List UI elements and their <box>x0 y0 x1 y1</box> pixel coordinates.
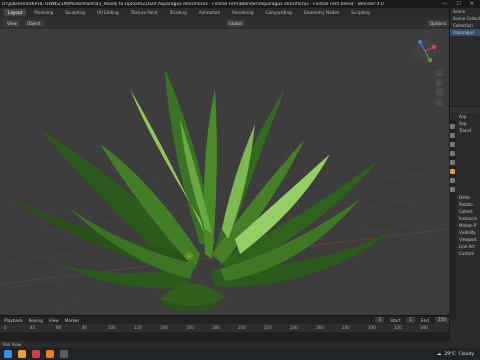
options-dropdown[interactable]: Options <box>426 19 450 27</box>
camera-icon[interactable] <box>436 89 443 96</box>
end-label: End <box>421 317 429 323</box>
status-text: Pan View <box>3 342 21 347</box>
viewport-canvas[interactable] <box>0 29 449 315</box>
tick: 340 <box>420 325 428 330</box>
app-icon[interactable] <box>60 350 68 358</box>
tick: 100 <box>108 325 116 330</box>
start-frame-field[interactable]: 1 <box>406 317 416 323</box>
playback-menu[interactable]: Playback <box>4 318 23 323</box>
object-menu[interactable]: Object <box>23 19 44 27</box>
orientation-dropdown[interactable]: Global <box>225 19 245 27</box>
navigation-gizmo[interactable] <box>413 39 437 63</box>
tick: 80 <box>82 325 88 330</box>
tick: 0 <box>4 325 7 330</box>
render-icon[interactable] <box>450 133 455 138</box>
weather-widget[interactable]: ☁ 29°C Cloudy <box>437 352 480 357</box>
tick: 160 <box>186 325 194 330</box>
tick: 180 <box>212 325 220 330</box>
pan-icon[interactable] <box>436 79 443 86</box>
tick: 140 <box>160 325 168 330</box>
tab-modeling[interactable]: Modeling <box>30 9 57 16</box>
outliner-row[interactable]: Asparagus <box>450 29 480 36</box>
properties-tabs <box>449 120 456 320</box>
os-taskbar: ☁ 29°C Cloudy <box>0 348 480 360</box>
timeline-ruler[interactable]: 0 40 60 80 100 120 140 160 180 200 220 2… <box>0 324 449 332</box>
viewport-nav-buttons[interactable] <box>436 69 443 106</box>
material-icon[interactable] <box>450 187 455 192</box>
outliner-row[interactable]: Collection <box>450 22 480 29</box>
tab-compositing[interactable]: Compositing <box>262 9 296 16</box>
window-title: D:\Jobs\Hel\UKRHL OWN\Z1M\ModelPlant\03_… <box>2 1 384 7</box>
tab-scripting[interactable]: Scripting <box>347 9 374 16</box>
start-label: Start <box>390 317 401 323</box>
view-menu-timeline[interactable]: View <box>49 318 59 323</box>
tick: 260 <box>316 325 324 330</box>
minimize-button[interactable]: — <box>442 1 447 7</box>
status-bar: Pan View <box>0 341 480 348</box>
viewport-header: View Object Global Options <box>0 17 450 29</box>
maximize-button[interactable]: ☐ <box>456 1 460 7</box>
start-icon[interactable] <box>4 350 12 358</box>
tab-rendering[interactable]: Rendering <box>228 9 257 16</box>
tab-layout[interactable]: Layout <box>4 9 27 16</box>
current-frame-field[interactable]: 1 <box>375 317 385 323</box>
keying-menu[interactable]: Keying <box>29 318 43 323</box>
tool-icon[interactable] <box>450 124 455 129</box>
tick: 320 <box>394 325 402 330</box>
outliner-title: Scene <box>453 9 466 14</box>
tick: 240 <box>290 325 298 330</box>
world-icon[interactable] <box>450 160 455 165</box>
weather-condition: Cloudy <box>458 351 474 357</box>
temperature: 29°C <box>444 351 456 357</box>
output-icon[interactable] <box>450 142 455 147</box>
window-titlebar: D:\Jobs\Hel\UKRHL OWN\Z1M\ModelPlant\03_… <box>0 0 480 8</box>
tab-geometry-nodes[interactable]: Geometry Nodes <box>300 9 343 16</box>
tick: 40 <box>30 325 36 330</box>
workspace-tabs: Layout Modeling Sculpting UV Editing Tex… <box>0 8 480 17</box>
tab-sculpting[interactable]: Sculpting <box>61 9 89 16</box>
tab-animation[interactable]: Animation <box>195 9 224 16</box>
browser-icon[interactable] <box>32 350 40 358</box>
zoom-icon[interactable] <box>436 69 443 76</box>
3d-viewport[interactable] <box>0 29 449 315</box>
tick: 200 <box>238 325 246 330</box>
grid-icon[interactable] <box>436 99 443 106</box>
tab-texture-paint[interactable]: Texture Paint <box>127 9 162 16</box>
scene-icon[interactable] <box>450 151 455 156</box>
tab-shading[interactable]: Shading <box>166 9 191 16</box>
marker-menu[interactable]: Marker <box>65 318 79 323</box>
object-icon[interactable] <box>450 169 455 174</box>
props-row[interactable]: Asp <box>450 113 480 120</box>
tick: 220 <box>264 325 272 330</box>
outliner-row[interactable]: Scene Collection <box>450 15 480 22</box>
end-frame-field[interactable]: 250 <box>435 317 449 323</box>
timeline-editor: Playback Keying View Marker 1 Start 1 En… <box>0 315 449 342</box>
close-button[interactable]: ✕ <box>470 1 474 7</box>
tick: 60 <box>56 325 62 330</box>
blender-icon[interactable] <box>46 350 54 358</box>
tick: 280 <box>342 325 350 330</box>
file-explorer-icon[interactable] <box>18 350 26 358</box>
modifier-icon[interactable] <box>450 178 455 183</box>
tick: 120 <box>134 325 142 330</box>
view-menu[interactable]: View <box>4 19 20 27</box>
tab-uv-editing[interactable]: UV Editing <box>93 9 123 16</box>
tick: 300 <box>368 325 376 330</box>
cloud-icon: ☁ <box>436 351 442 357</box>
